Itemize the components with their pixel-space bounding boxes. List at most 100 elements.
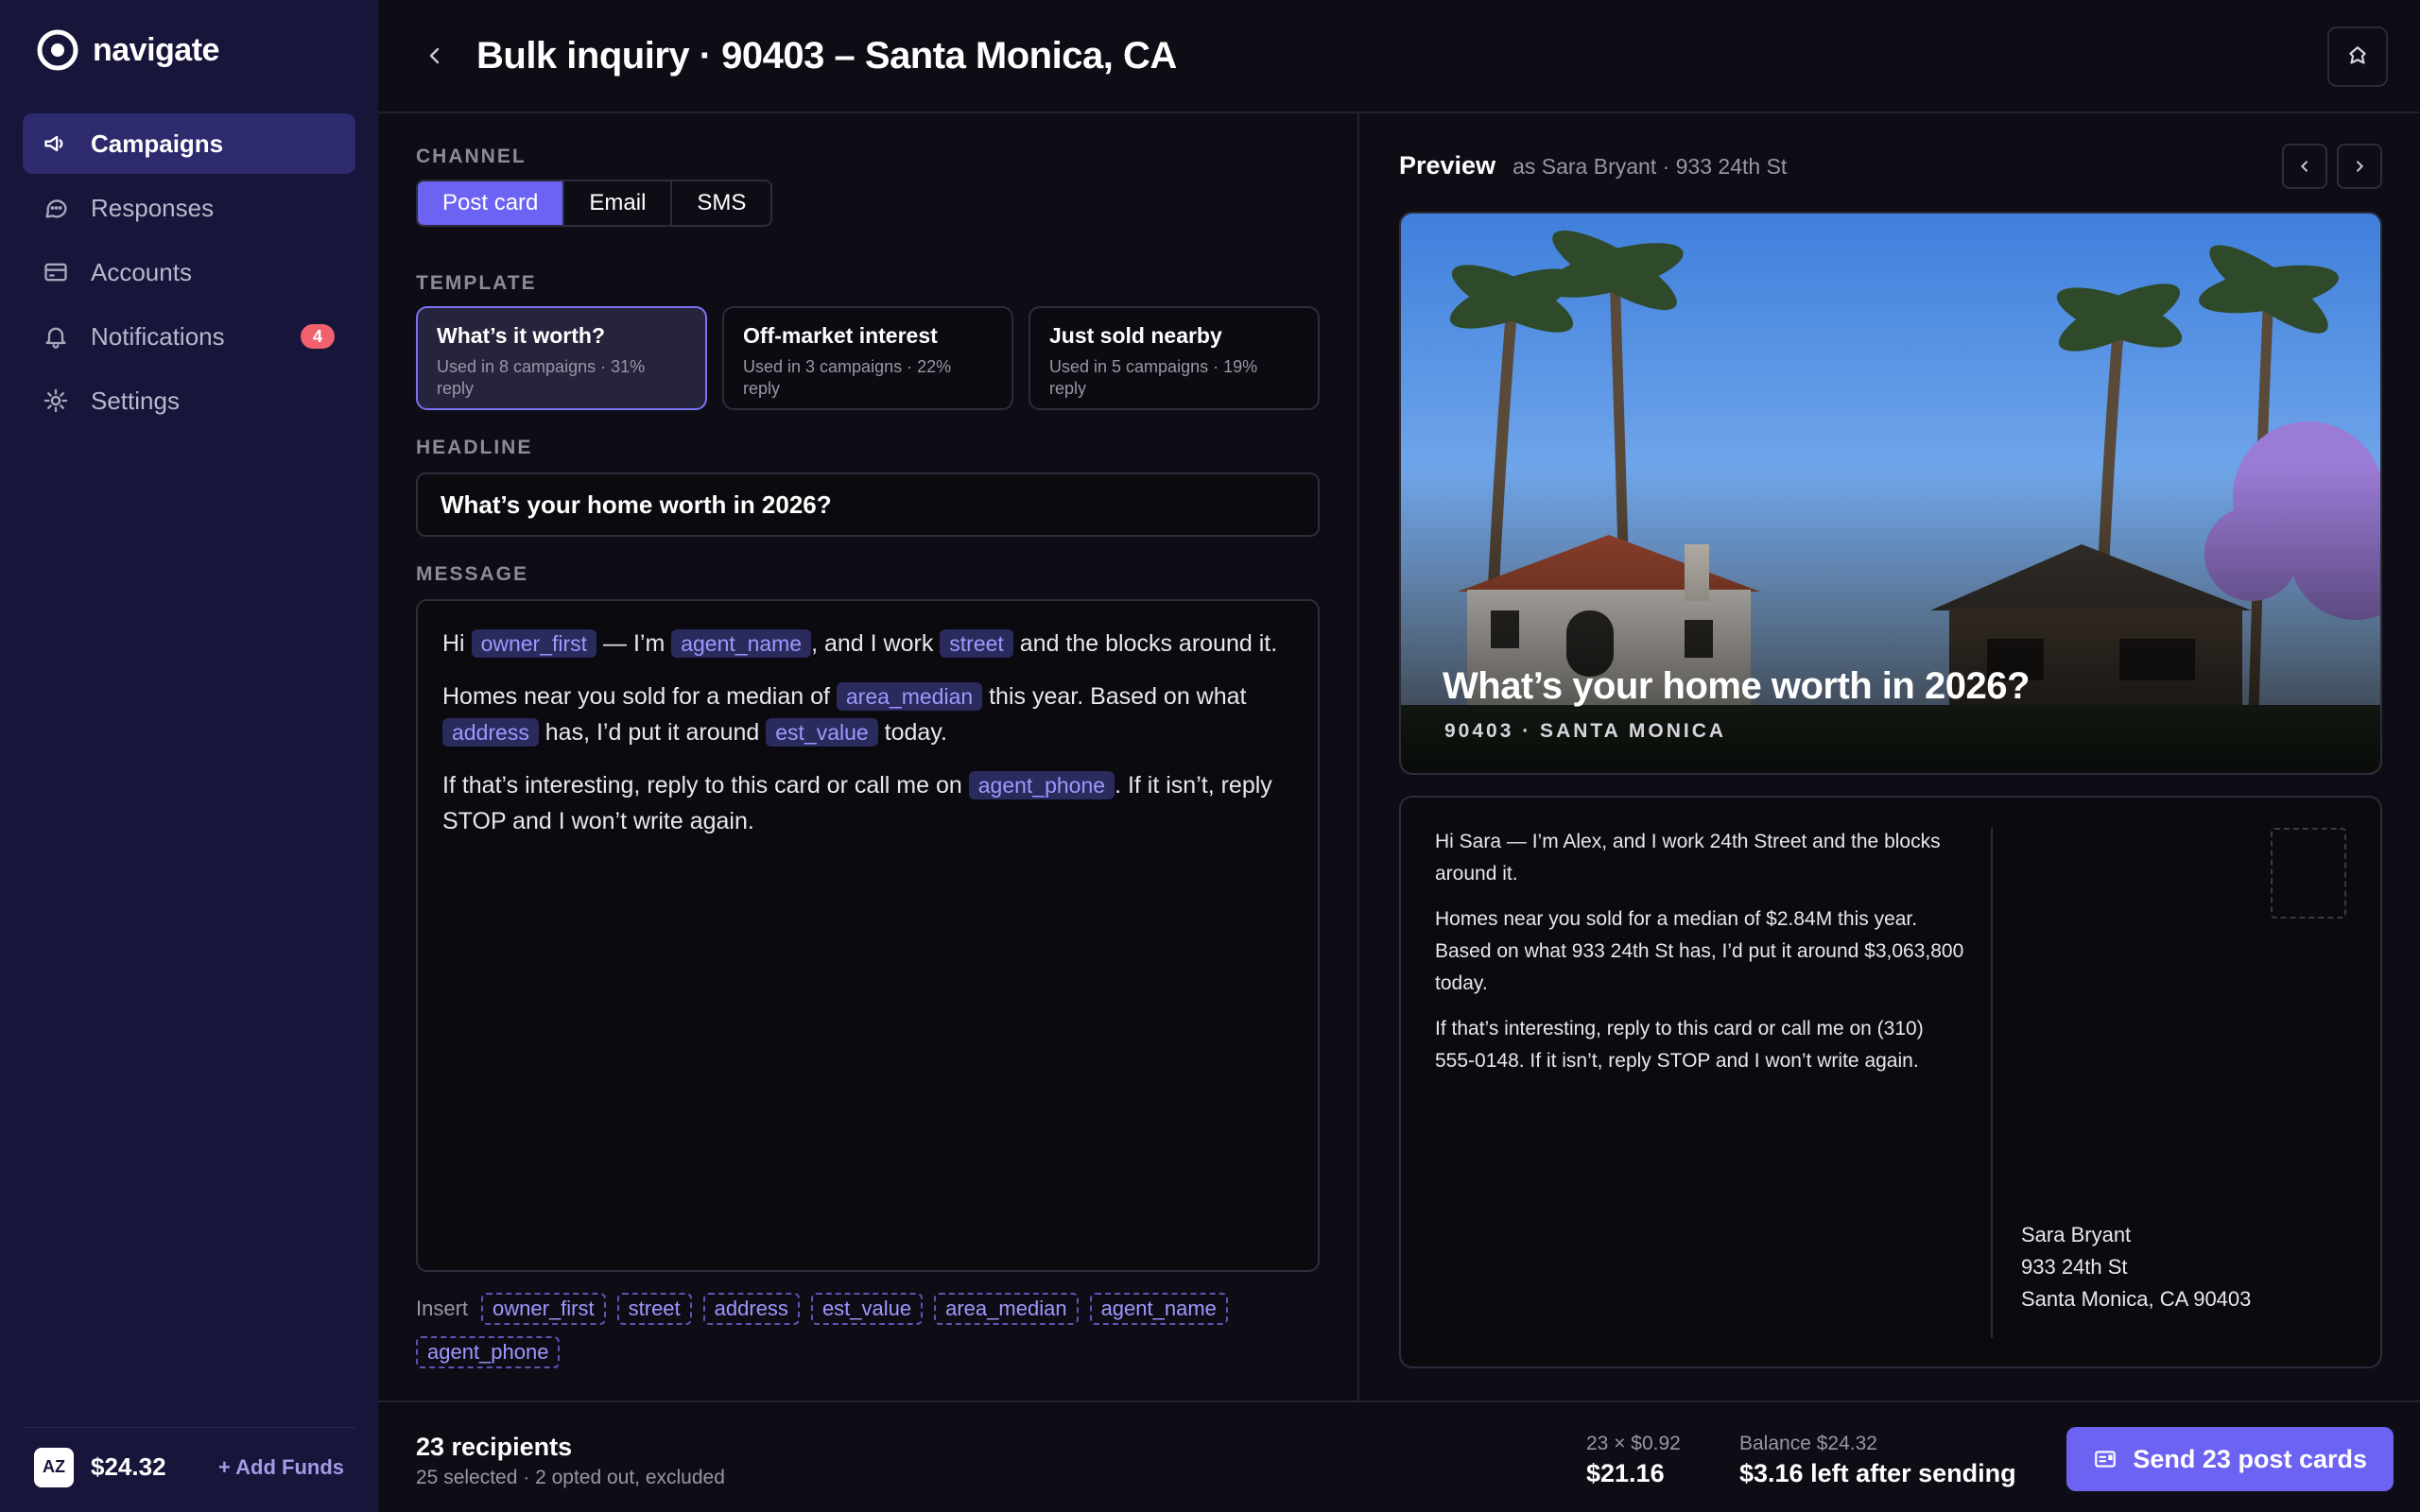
preview-prev-button[interactable] — [2282, 144, 2327, 189]
sidebar-item-label: Campaigns — [91, 129, 224, 158]
sidebar-item-responses[interactable]: Responses — [23, 178, 355, 238]
message-text: If that’s interesting, reply to this car… — [442, 772, 969, 799]
postcard-message-paragraph: Homes near you sold for a median of $2.8… — [1435, 908, 1964, 994]
back-button[interactable] — [416, 37, 454, 75]
insert-token-address[interactable]: address — [702, 1293, 800, 1325]
insert-token-est-value[interactable]: est_value — [810, 1293, 924, 1325]
token-est-value[interactable]: est_value — [766, 718, 878, 747]
channel-postcard-option[interactable]: Post card — [418, 181, 565, 225]
insert-token-bar: Insert owner_first street address est_va… — [416, 1293, 1323, 1368]
postcard-preview: Preview as Sara Bryant · 933 24th St Wha… — [1361, 113, 2420, 1400]
preview-subtitle: as Sara Bryant · 933 24th St — [1512, 154, 1788, 179]
address-line: Sara Bryant — [2021, 1223, 2132, 1246]
postcard-message-paragraph: Hi Sara — I’m Alex, and I work 24th Stre… — [1435, 831, 1941, 885]
message-text: today. — [877, 719, 947, 746]
token-address[interactable]: address — [442, 718, 539, 747]
pin-button[interactable] — [2327, 26, 2388, 87]
sidebar-item-accounts[interactable]: Accounts — [23, 242, 355, 302]
template-name: Just sold nearby — [1049, 323, 1222, 348]
preview-pager — [2282, 144, 2382, 189]
sidebar-item-campaigns[interactable]: Campaigns — [23, 113, 355, 174]
preview-title: Preview — [1399, 151, 1496, 180]
chevron-left-icon — [429, 47, 440, 64]
postcard-message-paragraph: If that’s interesting, reply to this car… — [1435, 1018, 1924, 1072]
sidebar-item-label: Settings — [91, 386, 180, 415]
postcard-icon — [2095, 1451, 2117, 1468]
channel-sms-option[interactable]: SMS — [672, 181, 770, 225]
token-street[interactable]: street — [940, 629, 1013, 658]
insert-token-agent-phone[interactable]: agent_phone — [416, 1336, 561, 1368]
postcard-location: 90403 · SANTA MONICA — [1444, 720, 1727, 742]
avatar[interactable]: AZ — [34, 1447, 74, 1487]
token-area-median[interactable]: area_median — [836, 682, 983, 711]
message-paragraph: If that’s interesting, reply to this car… — [442, 767, 1293, 839]
sidebar-footer: AZ $24.32 + Add Funds — [23, 1427, 355, 1493]
token-agent-name[interactable]: agent_name — [671, 629, 812, 658]
insert-label: Insert — [416, 1297, 469, 1320]
insert-token-agent-name[interactable]: agent_name — [1089, 1293, 1228, 1325]
send-footer: 23 recipients 25 selected · 2 opted out,… — [378, 1400, 2420, 1512]
recipient-count: 23 recipients — [416, 1433, 573, 1461]
balance-summary: Balance $24.32 $3.16 left after sending — [1739, 1433, 2016, 1488]
template-card-off-market[interactable]: Off-market interest Used in 3 campaigns … — [722, 306, 1013, 410]
headline-input[interactable]: What’s your home worth in 2026? — [416, 472, 1320, 537]
message-text: and the blocks around it. — [1012, 630, 1278, 657]
bell-icon — [42, 322, 70, 351]
template-card-just-sold[interactable]: Just sold nearby Used in 5 campaigns · 1… — [1028, 306, 1320, 410]
message-text: — I’m — [596, 630, 672, 657]
template-meta: Used in 3 campaigns · 22% reply — [743, 357, 952, 398]
template-meta: Used in 5 campaigns · 19% reply — [1049, 357, 1258, 398]
template-name: What’s it worth? — [437, 323, 606, 348]
message-text: this year. Based on what — [982, 683, 1247, 710]
logo-icon — [37, 29, 78, 71]
address-line: Santa Monica, CA 90403 — [2021, 1287, 2252, 1311]
account-balance: $24.32 — [91, 1452, 166, 1481]
app-name: navigate — [93, 31, 219, 68]
headline-label: HEADLINE — [416, 437, 533, 458]
channel-selector: Post card Email SMS — [416, 180, 773, 227]
balance-label: Balance $24.32 — [1739, 1433, 1877, 1454]
sidebar-item-notifications[interactable]: Notifications 4 — [23, 306, 355, 367]
app-logo[interactable]: navigate — [36, 28, 219, 72]
sidebar-item-label: Responses — [91, 193, 215, 222]
balance-after: $3.16 left after sending — [1739, 1459, 2016, 1487]
postcard-front: What’s your home worth in 2026? 90403 · … — [1399, 212, 2382, 775]
send-button-label: Send 23 post cards — [2133, 1444, 2367, 1473]
message-paragraph: Homes near you sold for a median of area… — [442, 679, 1293, 750]
recipient-summary: 25 selected · 2 opted out, excluded — [416, 1467, 725, 1488]
message-text: has, I’d put it around — [538, 719, 767, 746]
message-label: MESSAGE — [416, 563, 529, 585]
sidebar-item-label: Accounts — [91, 257, 192, 286]
message-editor[interactable]: Hi owner_first — I’m agent_name, and I w… — [416, 599, 1320, 1272]
send-postcards-button[interactable]: Send 23 post cards — [2066, 1427, 2394, 1491]
insert-token-owner-first[interactable]: owner_first — [481, 1293, 606, 1325]
sidebar-item-label: Notifications — [91, 321, 225, 351]
template-meta: Used in 8 campaigns · 31% reply — [437, 357, 646, 398]
page-title: Bulk inquiry · 90403 – Santa Monica, CA — [476, 34, 1177, 77]
template-name: Off-market interest — [743, 323, 938, 348]
postcard-back: Hi Sara — I’m Alex, and I work 24th Stre… — [1399, 796, 2382, 1368]
token-owner-first[interactable]: owner_first — [471, 629, 597, 658]
gear-icon — [42, 387, 70, 415]
preview-next-button[interactable] — [2337, 144, 2382, 189]
pin-icon — [2349, 46, 2366, 64]
message-text: , and I work — [811, 630, 941, 657]
message-paragraph: Hi owner_first — I’m agent_name, and I w… — [442, 626, 1293, 662]
cost-formula: 23 × $0.92 — [1586, 1433, 1681, 1454]
preview-header: Preview as Sara Bryant · 933 24th St — [1399, 151, 1787, 180]
address-line: 933 24th St — [2021, 1255, 2128, 1279]
template-list: What’s it worth? Used in 8 campaigns · 3… — [416, 306, 1320, 410]
chevron-right-icon — [2357, 161, 2364, 172]
channel-email-option[interactable]: Email — [564, 181, 673, 225]
add-funds-link[interactable]: + Add Funds — [218, 1455, 344, 1480]
campaign-editor: CHANNEL Post card Email SMS TEMPLATE Wha… — [378, 113, 1359, 1400]
insert-token-street[interactable]: street — [616, 1293, 692, 1325]
notification-count-badge: 4 — [301, 324, 335, 349]
channel-label: CHANNEL — [416, 146, 527, 167]
template-card-whats-it-worth[interactable]: What’s it worth? Used in 8 campaigns · 3… — [416, 306, 707, 410]
insert-token-area-median[interactable]: area_median — [934, 1293, 1079, 1325]
chevron-left-icon — [2300, 161, 2308, 172]
sidebar: navigate Campaigns Responses Accounts No… — [0, 0, 378, 1512]
sidebar-item-settings[interactable]: Settings — [23, 370, 355, 431]
token-agent-phone[interactable]: agent_phone — [968, 771, 1115, 799]
